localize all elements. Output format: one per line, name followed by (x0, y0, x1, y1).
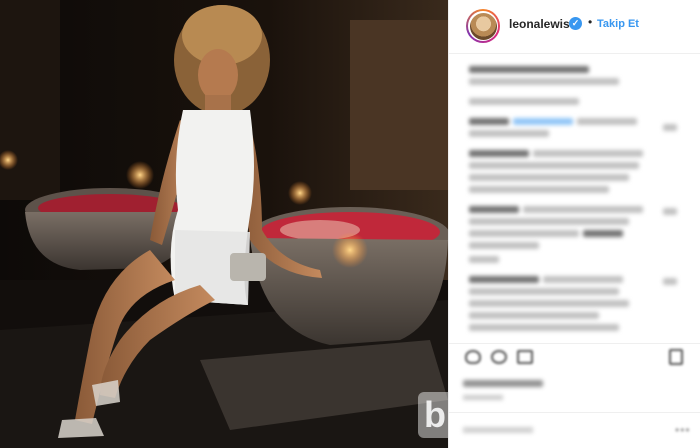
comment-line (469, 288, 619, 295)
comment-line (469, 150, 529, 157)
comment-line (469, 78, 619, 85)
share-icon[interactable] (517, 350, 533, 364)
comment-line (469, 312, 599, 319)
comment-line (469, 256, 499, 263)
comment-icon[interactable] (491, 350, 507, 364)
post-sidebar: leonalewis ✓ • Takip Et ••• (448, 0, 700, 448)
add-comment-bar[interactable]: ••• (449, 412, 700, 448)
verified-badge-icon: ✓ (569, 17, 582, 30)
comment-line (513, 118, 573, 125)
avatar-ring (468, 11, 498, 41)
comment-line (469, 130, 549, 137)
follow-button[interactable]: Takip Et (597, 18, 639, 30)
comment-like-icon (663, 208, 677, 215)
username-link[interactable]: leonalewis (509, 17, 570, 31)
comment-line (469, 118, 509, 125)
post-actions (449, 343, 700, 371)
comment-like-icon (663, 278, 677, 285)
comment-line (469, 174, 629, 181)
photo-scene (0, 0, 448, 448)
comment-line (469, 162, 639, 169)
heart-icon[interactable] (465, 350, 481, 364)
comment-line (543, 276, 623, 283)
comment-line (469, 230, 579, 237)
bookmark-icon[interactable] (669, 349, 683, 365)
comment-line (469, 186, 609, 193)
post-header: leonalewis ✓ • Takip Et (449, 0, 700, 54)
comment-line (577, 118, 637, 125)
separator-dot: • (588, 15, 593, 29)
comment-line (469, 218, 629, 225)
instagram-post-embed: b leonalewis ✓ • Takip Et ••• (0, 0, 700, 448)
likes-count-blurred (463, 380, 543, 387)
watermark-logo: b (424, 394, 446, 435)
comment-line (469, 66, 589, 73)
comment-like-icon (663, 124, 677, 131)
comment-line (523, 206, 643, 213)
more-options-icon[interactable]: ••• (675, 423, 691, 437)
comment-line (583, 230, 623, 237)
comment-line (469, 300, 629, 307)
avatar-image (469, 12, 497, 40)
comment-line (533, 150, 643, 157)
comment-line (469, 276, 539, 283)
post-photo[interactable]: b (0, 0, 448, 448)
comment-line (469, 324, 619, 331)
comment-line (469, 242, 539, 249)
post-date-blurred (463, 395, 503, 400)
comment-line (469, 206, 519, 213)
avatar[interactable] (466, 9, 500, 43)
comments-area-blurred (463, 60, 691, 340)
comment-line (469, 98, 579, 105)
comment-input-blurred[interactable] (463, 427, 533, 433)
